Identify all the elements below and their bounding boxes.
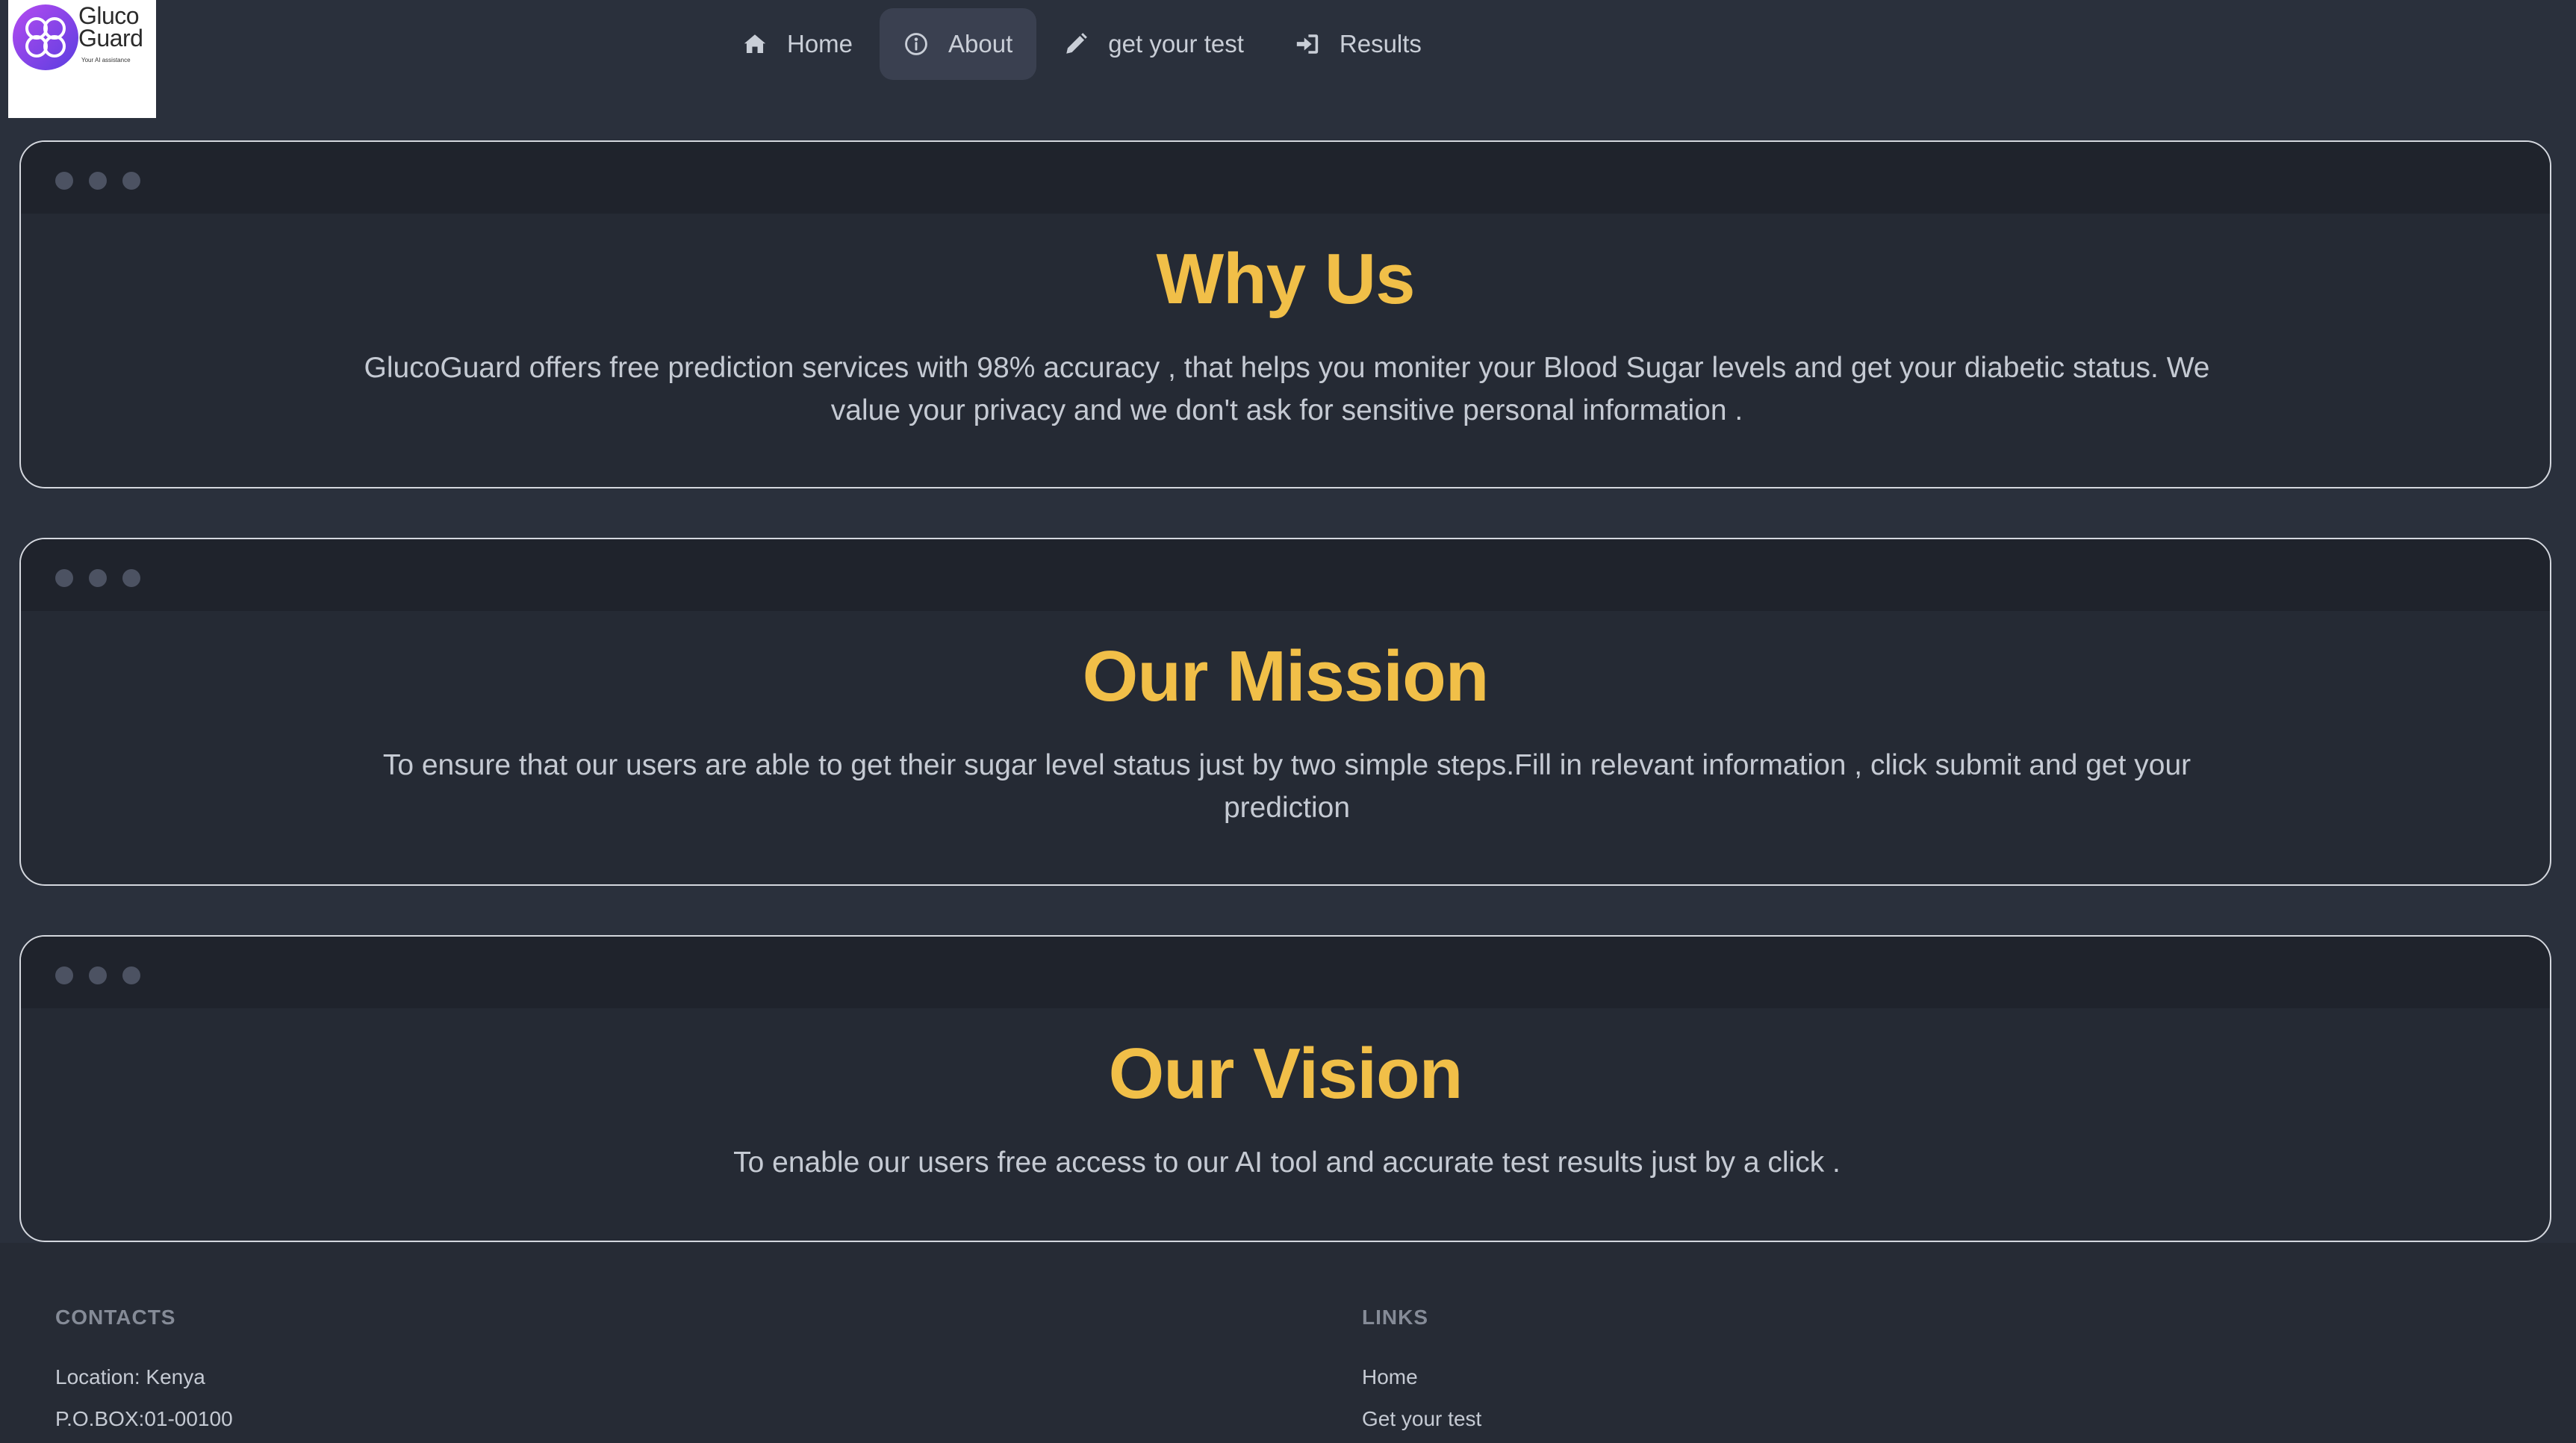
pencil-icon <box>1066 33 1088 54</box>
nav-item-label: get your test <box>1108 30 1244 58</box>
nav-item-label: Home <box>787 30 853 58</box>
card-body: To enable our users free access to our A… <box>733 1146 1841 1179</box>
window-dot-icon <box>89 966 107 984</box>
sign-in-icon <box>1296 34 1319 54</box>
nav-item-label: Results <box>1339 30 1422 58</box>
brand-logo[interactable]: Gluco Guard Your AI assistance <box>8 0 156 118</box>
window-dot-icon <box>122 569 140 587</box>
our-vision-card: Our Vision To enable our users free acce… <box>19 935 2551 1242</box>
footer-contacts: CONTACTS Location: Kenya P.O.BOX:01-0010… <box>55 1306 233 1440</box>
card-window-bar <box>21 539 2550 611</box>
card-window-bar <box>21 937 2550 1008</box>
footer-links-heading: LINKS <box>1362 1306 1428 1329</box>
card-title: Why Us <box>1156 239 1415 319</box>
footer: CONTACTS Location: Kenya P.O.BOX:01-0010… <box>0 1243 2576 1443</box>
logo-mark-icon <box>13 4 78 70</box>
brand-name-line2: Guard <box>78 25 143 52</box>
window-dot-icon <box>55 966 73 984</box>
window-dot-icon <box>122 172 140 190</box>
card-window-bar <box>21 142 2550 214</box>
brand-name-line1: Gluco <box>78 2 140 29</box>
window-dot-icon <box>89 569 107 587</box>
footer-link-get-your-test[interactable]: Get your test <box>1362 1398 1481 1440</box>
nav-item-get-your-test[interactable]: get your test <box>1039 8 1268 80</box>
card-title: Our Vision <box>1108 1034 1463 1114</box>
footer-link-home[interactable]: Home <box>1362 1356 1481 1398</box>
card-body: GlucoGuard offers free prediction servic… <box>364 352 2210 426</box>
footer-contacts-heading: CONTACTS <box>55 1306 176 1329</box>
window-dot-icon <box>89 172 107 190</box>
card-title: Our Mission <box>1082 636 1490 716</box>
nav-item-results[interactable]: Results <box>1271 8 1446 80</box>
brand-tagline: Your AI assistance <box>81 57 131 63</box>
main-nav: Home About get your test Results <box>718 8 1446 80</box>
footer-links: LINKS Home Get your test <box>1362 1306 1481 1440</box>
nav-item-home[interactable]: Home <box>718 8 877 80</box>
why-us-card: Why Us GlucoGuard offers free prediction… <box>19 140 2551 488</box>
nav-item-about[interactable]: About <box>880 8 1037 80</box>
home-icon <box>744 34 766 54</box>
window-dot-icon <box>55 172 73 190</box>
brand-name: Gluco Guard <box>78 2 143 52</box>
nav-item-label: About <box>948 30 1013 58</box>
footer-location: Location: Kenya <box>55 1365 205 1388</box>
window-dot-icon <box>55 569 73 587</box>
window-dot-icon <box>122 966 140 984</box>
footer-pobox: P.O.BOX:01-00100 <box>55 1407 233 1430</box>
our-mission-card: Our Mission To ensure that our users are… <box>19 538 2551 886</box>
info-icon <box>905 33 927 55</box>
card-body: To ensure that our users are able to get… <box>382 749 2191 824</box>
